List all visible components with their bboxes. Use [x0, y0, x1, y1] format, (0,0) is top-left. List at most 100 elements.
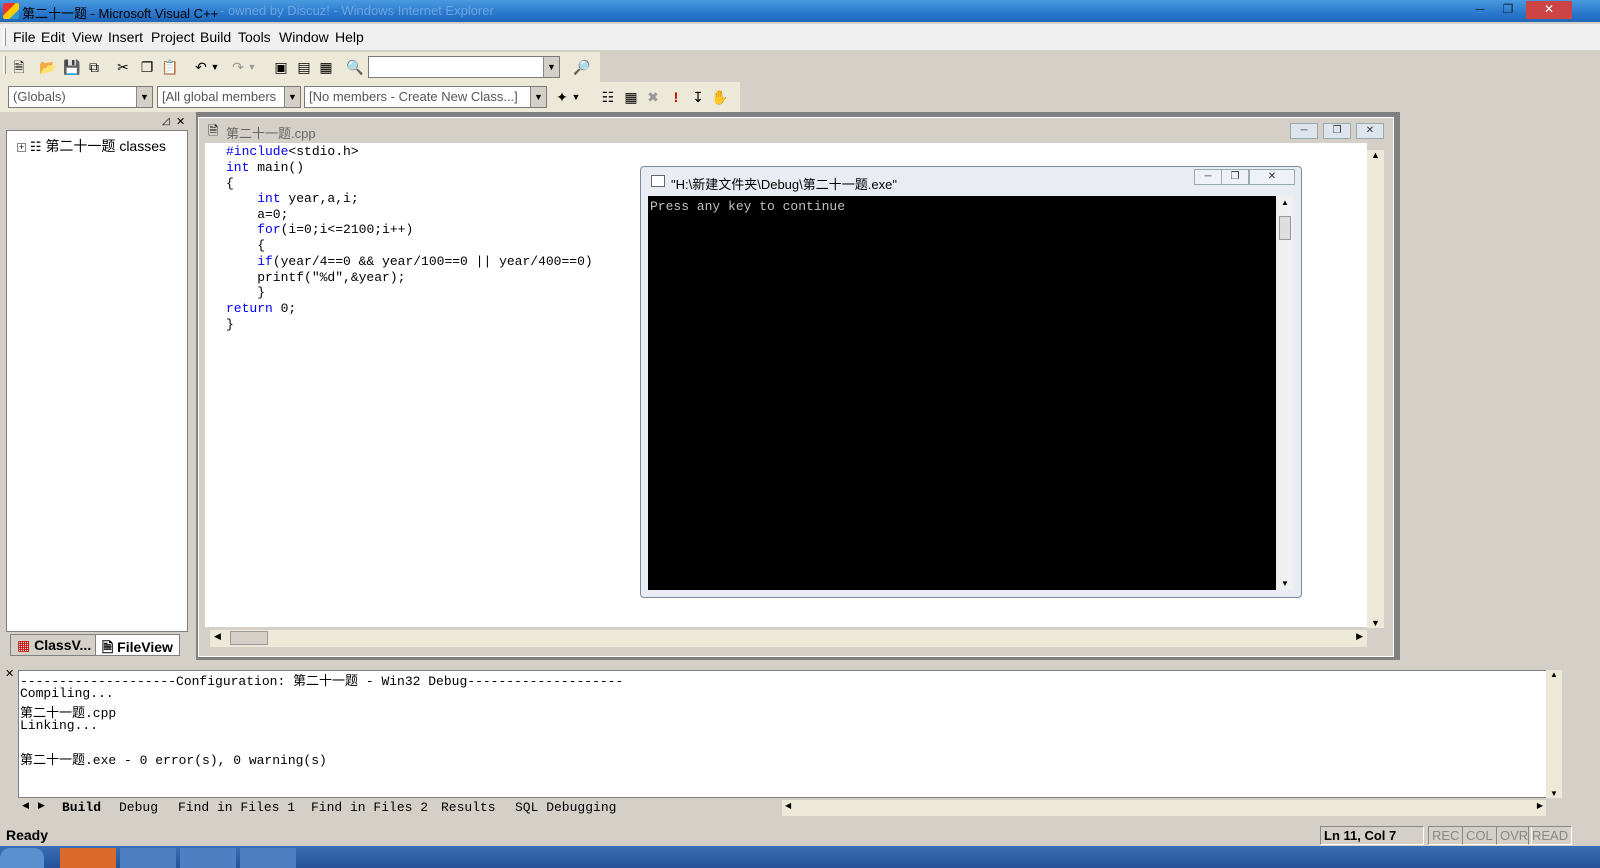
editor-restore-icon[interactable]: ❐: [1323, 123, 1351, 139]
editor-close-icon[interactable]: ✕: [1356, 123, 1384, 139]
indicator-rec: REC: [1428, 826, 1464, 845]
menu-view[interactable]: View: [72, 29, 102, 45]
tab-find-in-files-1[interactable]: Find in Files 1: [178, 800, 295, 815]
menubar-grip[interactable]: [3, 28, 6, 46]
scroll-thumb[interactable]: [230, 631, 268, 645]
scroll-up-icon[interactable]: ▲: [1371, 150, 1380, 160]
tab-fileview[interactable]: 🗎 FileView: [95, 634, 180, 656]
tab-classview[interactable]: ▦ ClassV...: [10, 634, 99, 656]
restore-icon[interactable]: ❐: [1494, 1, 1522, 19]
find-in-files-icon[interactable]: 🔍: [345, 57, 365, 77]
menu-tools[interactable]: Tools: [238, 29, 271, 45]
workspace-header: ◿ ✕: [6, 116, 188, 130]
new-file-icon[interactable]: 🗎: [9, 57, 29, 77]
breakpoint-hand-icon[interactable]: ✋: [710, 87, 730, 107]
chevron-down-icon[interactable]: ▼: [543, 57, 559, 77]
console-title: "H:\新建文件夹\Debug\第二十一题.exe": [671, 177, 897, 192]
minimize-icon[interactable]: ─: [1466, 1, 1494, 19]
output-vertical-scrollbar[interactable]: ▲ ▼: [1546, 670, 1562, 798]
compile-icon[interactable]: ☷: [598, 87, 618, 107]
title-bar: 第二十一题 - Microsoft Visual C++ - owned by …: [0, 0, 1600, 22]
build-output[interactable]: [18, 670, 1548, 798]
undo-icon[interactable]: ↶: [191, 57, 211, 77]
scroll-left-icon[interactable]: ◀: [785, 801, 791, 810]
save-all-icon[interactable]: ⧉: [84, 57, 104, 77]
status-message: Ready: [6, 827, 49, 843]
taskbar-app-button[interactable]: [180, 848, 236, 868]
menu-file[interactable]: File: [13, 29, 36, 45]
save-icon[interactable]: 💾: [62, 57, 82, 77]
status-bar: Ready Ln 11, Col 7 REC COL OVR READ: [0, 824, 1600, 846]
toolbar-grip[interactable]: [3, 56, 6, 74]
class-combo[interactable]: [No members - Create New Class...] ▼: [304, 86, 547, 108]
scroll-left-icon[interactable]: ◀: [214, 631, 221, 642]
scroll-thumb[interactable]: [1279, 216, 1291, 240]
tab-find-in-files-2[interactable]: Find in Files 2: [311, 800, 428, 815]
expand-icon[interactable]: +: [17, 142, 26, 152]
scroll-down-icon[interactable]: ▼: [1550, 789, 1558, 798]
scroll-right-icon[interactable]: ▶: [1356, 631, 1363, 642]
chevron-down-icon[interactable]: ▼: [284, 87, 300, 107]
copy-icon[interactable]: ❐: [137, 57, 157, 77]
go-icon[interactable]: ↧: [688, 87, 708, 107]
console-close-icon[interactable]: ✕: [1249, 169, 1295, 185]
cut-icon[interactable]: ✂: [113, 57, 133, 77]
tree-root-label: 第二十一题 classes: [45, 138, 167, 154]
chevron-down-icon[interactable]: ▼: [530, 87, 546, 107]
start-button[interactable]: [0, 848, 44, 868]
output-window-icon[interactable]: ▤: [294, 57, 314, 77]
redo-dropdown-icon[interactable]: ▼: [246, 57, 258, 77]
tab-sql-debugging[interactable]: SQL Debugging: [515, 800, 616, 815]
taskbar-app-button[interactable]: [120, 848, 176, 868]
execute-icon[interactable]: !: [666, 87, 686, 107]
tree-root-classes[interactable]: + ☷ 第二十一题 classes: [17, 136, 166, 156]
console-scrollbar[interactable]: ▲ ▼: [1277, 196, 1293, 590]
workspace-close-icon[interactable]: ✕: [176, 115, 185, 128]
scroll-up-icon[interactable]: ▲: [1281, 198, 1289, 207]
tab-debug[interactable]: Debug: [119, 800, 158, 815]
redo-icon[interactable]: ↷: [228, 57, 248, 77]
output-close-icon[interactable]: ✕: [5, 667, 14, 680]
find-combo[interactable]: ▼: [368, 56, 560, 78]
menu-help[interactable]: Help: [335, 29, 364, 45]
scroll-up-icon[interactable]: ▲: [1550, 670, 1558, 679]
globals-combo[interactable]: (Globals) ▼: [8, 86, 153, 108]
wizard-action-icon[interactable]: ✦: [552, 87, 572, 107]
chevron-down-icon[interactable]: ▼: [136, 87, 152, 107]
members-combo[interactable]: [All global members ▼: [157, 86, 301, 108]
window-list-icon[interactable]: ▦: [316, 57, 336, 77]
close-icon[interactable]: ✕: [1526, 1, 1572, 19]
menu-build[interactable]: Build: [200, 29, 231, 45]
tab-results[interactable]: Results: [441, 800, 496, 815]
menu-window[interactable]: Window: [279, 29, 329, 45]
console-restore-icon[interactable]: ❐: [1221, 169, 1249, 185]
taskbar-app-button[interactable]: [60, 848, 116, 868]
editor-horizontal-scrollbar[interactable]: ◀ ▶: [210, 630, 1367, 647]
dock-icon[interactable]: ◿: [162, 116, 170, 127]
find-icon[interactable]: 🔎: [572, 57, 592, 77]
build-icon[interactable]: ▦: [621, 87, 641, 107]
scroll-down-icon[interactable]: ▼: [1371, 618, 1380, 628]
paste-icon[interactable]: 📋: [160, 57, 180, 77]
editor-filename: 第二十一题.cpp: [226, 126, 316, 141]
taskbar-app-button[interactable]: [240, 848, 296, 868]
editor-minimize-icon[interactable]: ─: [1290, 123, 1318, 139]
stop-build-icon[interactable]: ✖: [643, 87, 663, 107]
scroll-right-icon[interactable]: ▶: [1537, 801, 1543, 810]
output-horizontal-scrollbar[interactable]: ◀ ▶: [782, 800, 1546, 816]
open-folder-icon[interactable]: 📂: [38, 57, 58, 77]
menu-project[interactable]: Project: [151, 29, 195, 45]
tab-scroll-right-icon[interactable]: ▶: [38, 800, 45, 811]
scroll-down-icon[interactable]: ▼: [1281, 579, 1289, 588]
tab-scroll-left-icon[interactable]: ◀: [22, 800, 29, 811]
code-line: {: [226, 238, 266, 253]
tab-build[interactable]: Build: [62, 800, 101, 815]
console-minimize-icon[interactable]: ─: [1194, 169, 1222, 185]
menu-insert[interactable]: Insert: [108, 29, 143, 45]
workspace-icon[interactable]: ▣: [271, 57, 291, 77]
wizard-dropdown-icon[interactable]: ▼: [570, 87, 582, 107]
undo-dropdown-icon[interactable]: ▼: [209, 57, 221, 77]
menu-edit[interactable]: Edit: [41, 29, 65, 45]
console-output[interactable]: Press any key to continue: [648, 196, 1276, 590]
editor-vertical-scrollbar[interactable]: ▲ ▼: [1367, 150, 1384, 628]
